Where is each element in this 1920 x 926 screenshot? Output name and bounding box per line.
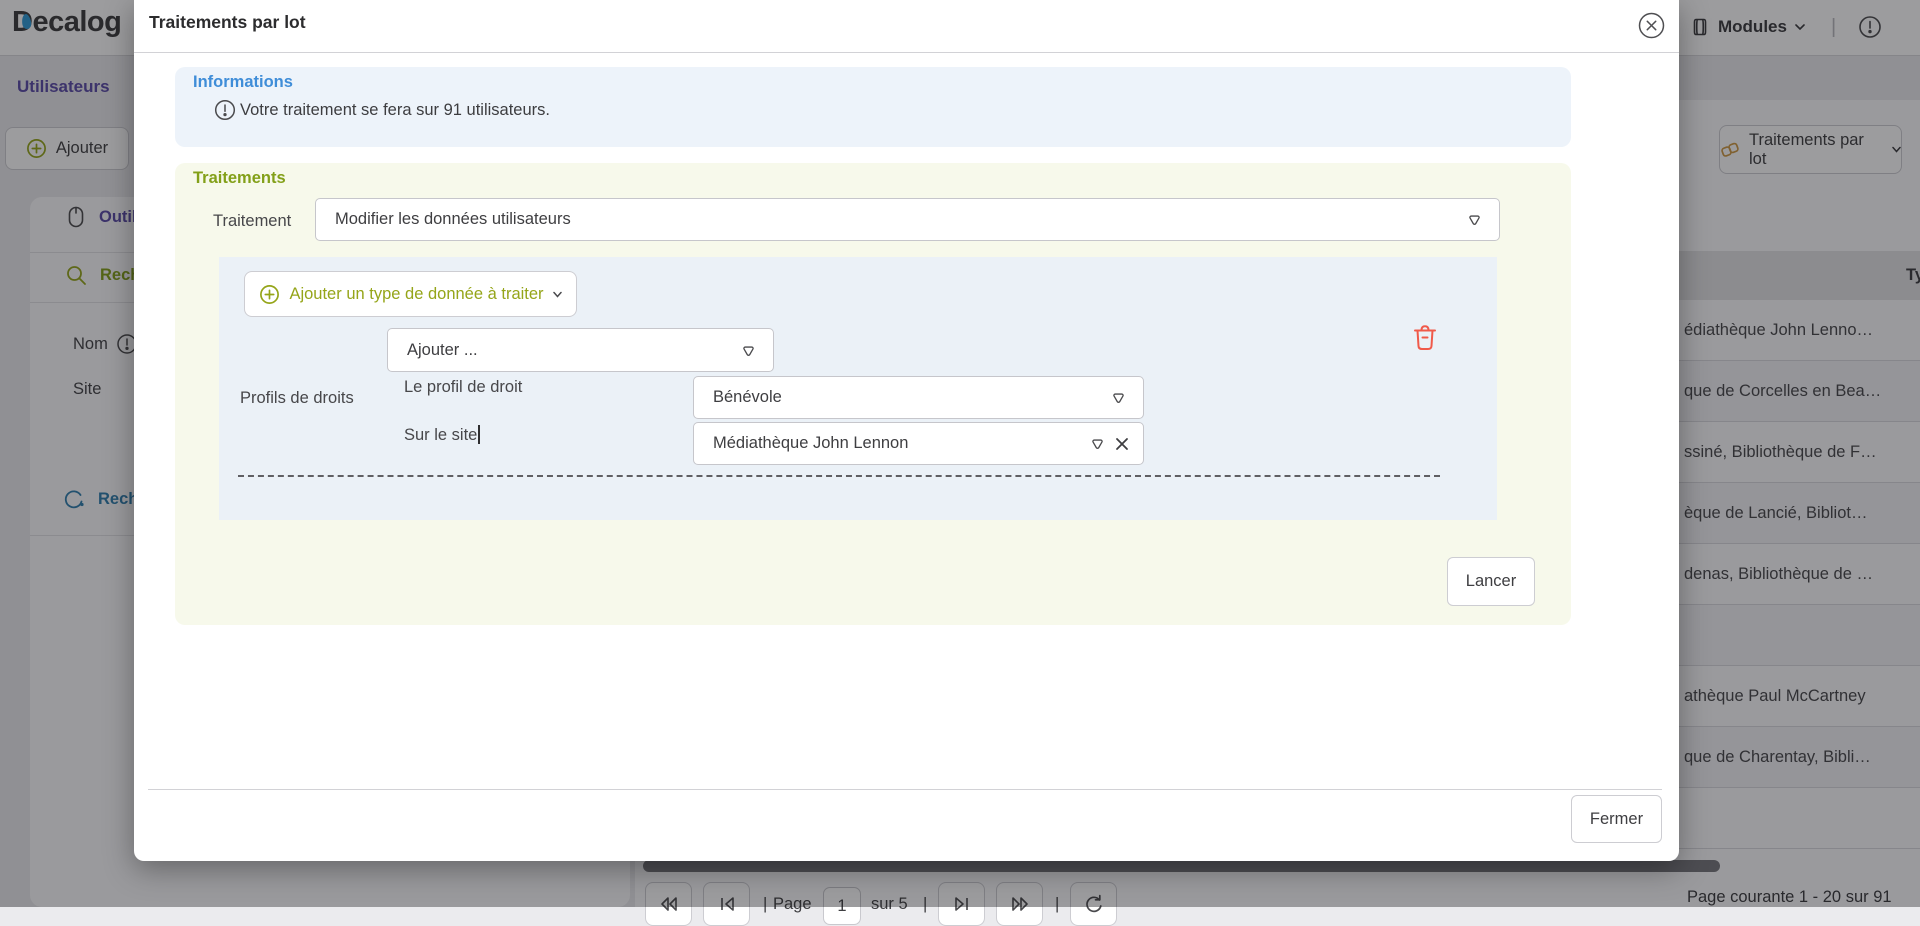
info-section: Informations Votre traitement se fera su… [175,67,1571,147]
caret-down-icon [552,291,562,298]
dropdown-caret-icon [1111,390,1126,405]
treatment-items-panel: Ajouter un type de donnée à traiter Ajou… [219,257,1497,520]
trash-icon[interactable] [1412,323,1438,352]
add-data-type-label: Ajouter un type de donnée à traiter [289,284,544,303]
close-button[interactable]: Fermer [1571,795,1662,843]
clear-icon[interactable] [1115,437,1129,451]
treatment-select-value: Modifier les données utilisateurs [335,210,571,228]
info-section-title: Informations [193,73,293,91]
modal-header-divider [134,52,1679,53]
add-data-select-placeholder: Ajouter ... [407,340,478,359]
treatments-section: Traitements Traitement Modifier les donn… [175,163,1571,625]
info-circle-icon [214,99,236,121]
item-separator [238,475,1440,477]
plus-circle-icon [259,284,280,305]
launch-button[interactable]: Lancer [1447,557,1535,606]
profile-label: Le profil de droit [404,378,523,396]
profile-select-value: Bénévole [713,388,782,406]
info-message: Votre traitement se fera sur 91 utilisat… [240,101,550,119]
modal-title: Traitements par lot [149,12,306,32]
site-label-text: Sur le site [404,426,478,444]
close-button-label: Fermer [1589,809,1644,828]
add-data-type-button[interactable]: Ajouter un type de donnée à traiter [244,271,577,317]
text-cursor [478,425,480,444]
treatment-label: Traitement [213,212,292,230]
site-label: Sur le site [404,425,480,445]
site-select-value: Médiathèque John Lennon [713,434,909,452]
launch-button-label: Lancer [1465,572,1517,590]
add-data-select[interactable]: Ajouter ... [387,328,774,372]
treatment-select[interactable]: Modifier les données utilisateurs [315,198,1500,241]
batch-processing-modal: Traitements par lot Informations Votre t… [134,0,1679,861]
profile-select[interactable]: Bénévole [693,376,1144,419]
dropdown-caret-icon [1467,212,1482,227]
site-select[interactable]: Médiathèque John Lennon [693,422,1144,465]
group-label: Profils de droits [240,389,354,407]
dropdown-caret-icon [1090,436,1105,451]
modal-footer-divider [148,789,1662,790]
dropdown-caret-icon [741,343,756,358]
close-icon[interactable] [1638,12,1665,39]
treatments-section-title: Traitements [193,169,286,187]
